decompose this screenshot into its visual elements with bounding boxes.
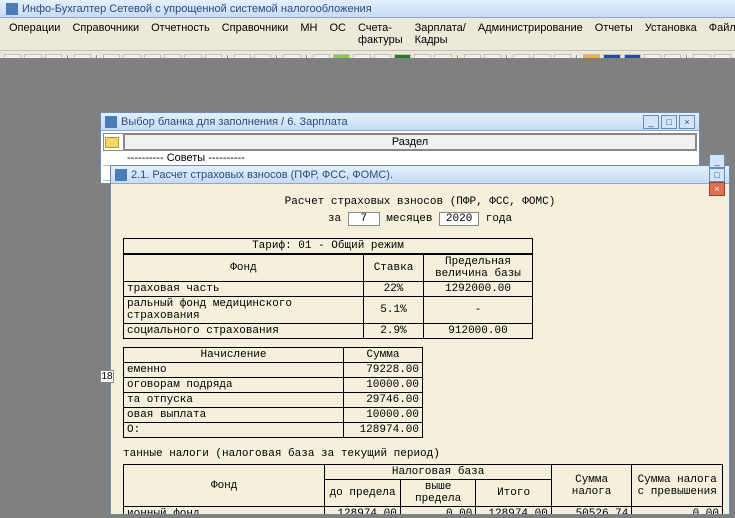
row-marker-18: 18 [100,370,114,383]
window-calc-title: 2.1. Расчет страховых взносов (ПФР, ФСС,… [131,169,393,181]
window-blank-title: Выбор бланка для заполнения / 6. Зарплат… [121,116,348,128]
section-taxes-title: танные налоги (налоговая база за текущий… [123,448,717,460]
window-icon [105,116,117,128]
menu-scheta[interactable]: Счета-фактуры [353,20,408,48]
table-row: овая выплата10000.00 [124,408,423,423]
folder-icon[interactable] [105,137,119,148]
table-row: О:128974.00 [124,423,423,438]
menu-spravochniki[interactable]: Справочники [67,20,144,48]
minimize-button[interactable]: _ [643,115,659,129]
th-fund: Фонд [124,255,364,282]
table-row: оговорам подряда10000.00 [124,378,423,393]
table-row: та отпуска29746.00 [124,393,423,408]
tarif-caption: Тариф: 01 - Общий режим [123,238,533,254]
menu-operations[interactable]: Операции [4,20,65,48]
app-icon [6,3,18,15]
menu-fajly[interactable]: Файлы [704,20,735,48]
th-limit: Предельная величина базы [424,255,533,282]
period-line: за месяцев года [123,212,717,226]
month-input[interactable] [348,212,380,226]
menu-admin[interactable]: Администрирование [473,20,588,48]
th-do: до предела [325,480,401,507]
menubar: Операции Справочники Отчетность Справочн… [0,18,735,51]
th-rate: Ставка [364,255,424,282]
close-button[interactable]: × [709,182,725,196]
maximize-button[interactable]: □ [661,115,677,129]
close-button[interactable]: × [679,115,695,129]
table-row: еменно79228.00 [124,363,423,378]
tips-label: Советы [167,152,205,164]
document-body: Расчет страховых взносов (ПФР, ФСС, ФОМС… [111,184,729,514]
table-row: ральный фонд медицинского страхования5.1… [124,297,533,324]
menu-mn[interactable]: МН [295,20,322,48]
menu-ustanovka[interactable]: Установка [640,20,702,48]
table-row: социального страхования2.9%912000.00 [124,324,533,339]
th-it: Итого [476,480,552,507]
window-calc-insurance: 2.1. Расчет страховых взносов (ПФР, ФСС,… [110,165,730,515]
menu-otchety[interactable]: Отчеты [590,20,638,48]
mdi-workspace: Выбор бланка для заполнения / 6. Зарплат… [0,58,735,518]
column-header-razdel: Раздел [124,134,696,150]
table-row: траховая часть22%1292000.00 [124,282,533,297]
window-icon [115,169,127,181]
th-snp: Сумма налога с превышения [632,465,723,507]
window-blank-titlebar[interactable]: Выбор бланка для заполнения / 6. Зарплат… [101,113,699,131]
menu-zarplata[interactable]: Зарплата/Кадры [410,20,471,48]
app-titlebar: Инфо-Бухгалтер Сетевой с упрощенной сист… [0,0,735,18]
taxes-table: Фонд Налоговая база Сумма налога Сумма н… [123,464,723,514]
th-vy: выше предела [400,480,476,507]
th-nb: Налоговая база [325,465,552,480]
doc-header: Расчет страховых взносов (ПФР, ФСС, ФОМС… [123,196,717,208]
minimize-button[interactable]: _ [709,154,725,168]
table-row: ионный фонд128974.000.00128974.0050526.7… [124,507,723,515]
maximize-button[interactable]: □ [709,168,725,182]
menu-otchetnost[interactable]: Отчетность [146,20,215,48]
th-sum: Сумма [344,348,423,363]
th-fund2: Фонд [124,465,325,507]
app-title: Инфо-Бухгалтер Сетевой с упрощенной сист… [22,3,372,15]
menu-os[interactable]: ОС [324,20,351,48]
th-calc: Начисление [124,348,344,363]
th-sn: Сумма налога [551,465,632,507]
year-input[interactable] [439,212,479,226]
menu-spravochniki2[interactable]: Справочники [217,20,294,48]
list-row-tips[interactable]: ---------- Советы ---------- [103,151,697,166]
calc-table: НачислениеСумма еменно79228.00 оговорам … [123,347,423,438]
window-calc-titlebar[interactable]: 2.1. Расчет страховых взносов (ПФР, ФСС,… [111,166,729,184]
funds-table: Фонд Ставка Предельная величина базы тра… [123,254,533,339]
